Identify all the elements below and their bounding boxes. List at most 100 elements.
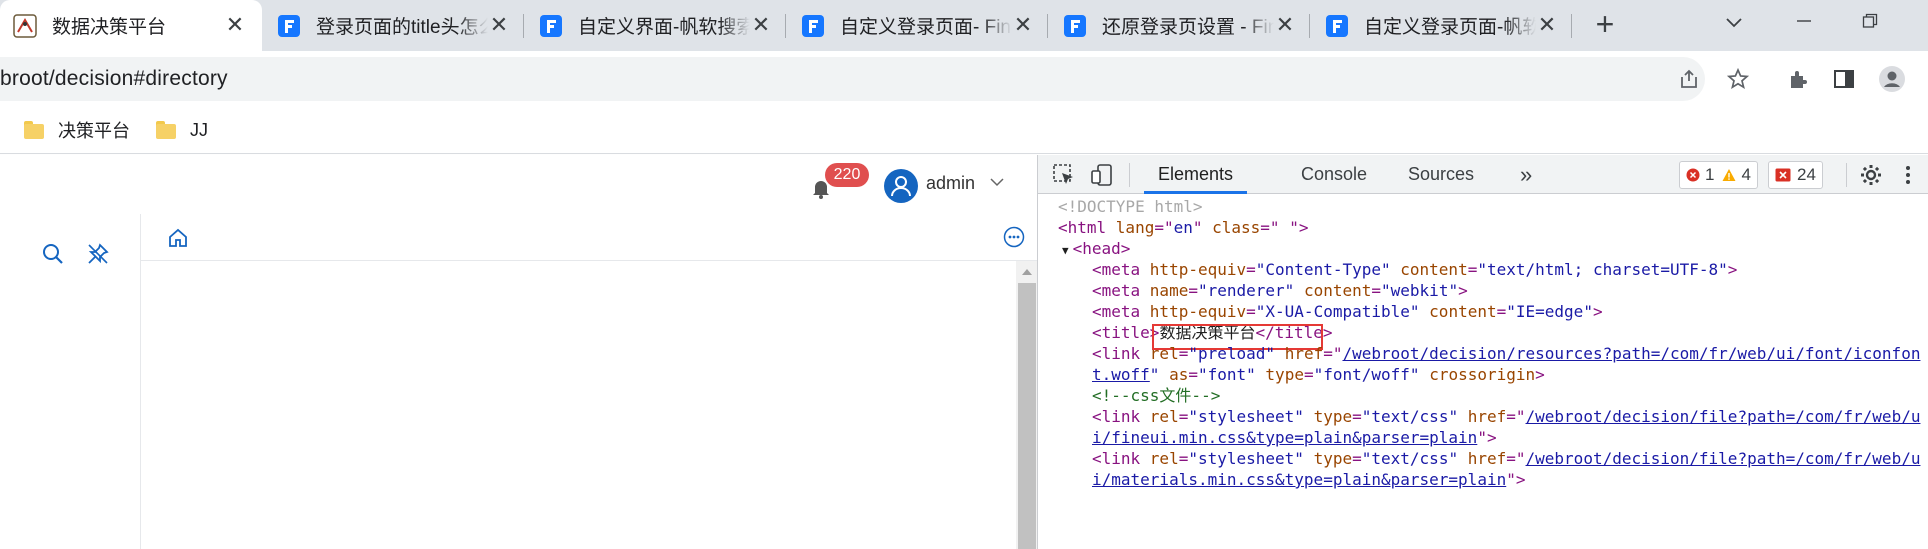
tab-elements[interactable]: Elements (1144, 155, 1248, 194)
tab-title: 数据决策平台 (52, 17, 167, 38)
dom-node-html[interactable]: <html lang="en" class=" "> (1058, 217, 1308, 238)
url-text[interactable]: broot/decision#directory (0, 67, 228, 91)
doctype-text: <!DOCTYPE html> (1058, 197, 1203, 216)
home-icon[interactable] (167, 227, 189, 254)
scrollbar-thumb[interactable] (1018, 283, 1036, 549)
folder-icon (156, 121, 176, 139)
browser-tab[interactable]: 自定义界面-帆软搜索 ✕ (524, 0, 786, 51)
dom-node-head[interactable]: ▼ <head> (1062, 238, 1130, 259)
close-tab-icon[interactable]: ✕ (488, 14, 510, 36)
code-token: href (1467, 449, 1507, 468)
dom-node-meta[interactable]: <meta http-equiv="X-UA-Compatible" conte… (1092, 301, 1603, 322)
chevron-down-icon[interactable] (988, 173, 1006, 191)
bookmark-star-icon[interactable] (1724, 65, 1752, 93)
browser-tab[interactable]: 还原登录页设置 - FineReport ✕ (1048, 0, 1310, 51)
bookmark-folder[interactable]: 决策平台 (24, 116, 130, 144)
dom-node-link[interactable]: <link rel="preload" href="/webroot/decis… (1092, 343, 1920, 364)
close-tab-icon[interactable]: ✕ (750, 14, 772, 36)
code-token: rel (1149, 344, 1179, 363)
toolbar-divider (1846, 163, 1847, 187)
new-tab-button[interactable]: + (1590, 8, 1620, 40)
folder-icon (24, 121, 44, 139)
scroll-up-arrow-icon[interactable] (1022, 269, 1032, 275)
device-toolbar-icon[interactable] (1090, 163, 1114, 192)
code-token: rel (1149, 407, 1179, 426)
code-token: = (1496, 302, 1507, 321)
dom-node-doctype[interactable]: <!DOCTYPE html> (1058, 196, 1203, 217)
code-token: <link (1092, 407, 1150, 426)
more-tabs-icon[interactable]: » (1520, 155, 1532, 194)
inspect-element-icon[interactable] (1052, 163, 1076, 192)
href-link[interactable]: i/fineui.min.css&type=plain&parser=plain (1092, 428, 1477, 447)
fr-logo-icon (1324, 13, 1350, 39)
code-token: "X-UA-Compatible" (1255, 302, 1420, 321)
href-link[interactable]: t.woff (1092, 365, 1150, 384)
devtools-panel: Elements Console Sources » 1 4 24 <!DOCT… (1037, 155, 1928, 549)
error-icon (1686, 168, 1700, 182)
dom-node-link-cont[interactable]: i/materials.min.css&type=plain&parser=pl… (1092, 469, 1525, 490)
more-options-icon[interactable] (1003, 226, 1025, 253)
browser-tab[interactable]: 登录页面的title头怎么 ✕ (262, 0, 524, 51)
code-token: " (1149, 365, 1160, 384)
username-label[interactable]: admin (926, 173, 975, 194)
code-token: = (1188, 365, 1198, 384)
href-link[interactable]: i/materials.min.css&type=plain&parser=pl… (1092, 470, 1506, 489)
dom-node-meta[interactable]: <meta http-equiv="Content-Type" content=… (1092, 259, 1737, 280)
profile-icon[interactable] (1878, 65, 1906, 93)
href-link[interactable]: /webroot/decision/resources?path=/com/fr… (1342, 344, 1920, 363)
user-avatar[interactable] (884, 169, 918, 203)
restore-icon[interactable] (1850, 8, 1890, 38)
code-token: "font" (1197, 365, 1256, 384)
tab-title: 自定义登录页面- FineReport (840, 17, 1012, 38)
address-bar[interactable]: broot/decision#directory (0, 57, 1705, 101)
notification-count-badge: 220 (825, 163, 869, 187)
error-count: 1 (1705, 165, 1715, 184)
comment-text: <!--css文件--> (1092, 386, 1221, 405)
minimize-icon[interactable] (1784, 8, 1824, 38)
dom-node-comment[interactable]: <!--css文件--> (1092, 385, 1220, 406)
share-icon[interactable] (1675, 65, 1703, 93)
bookmark-folder[interactable]: JJ (156, 116, 208, 144)
browser-tab[interactable]: 自定义登录页面- FineReport ✕ (786, 0, 1048, 51)
elements-tree: <!DOCTYPE html> <html lang="en" class=" … (1038, 194, 1928, 549)
search-icon[interactable] (41, 242, 65, 271)
close-tab-icon[interactable]: ✕ (224, 14, 246, 36)
browser-tab[interactable]: 自定义登录页面-帆软 ✕ (1310, 0, 1572, 51)
browser-toolbar: broot/decision#directory (0, 51, 1928, 106)
code-token: "text/css" (1361, 407, 1459, 426)
console-errors-warnings[interactable]: 1 4 (1679, 161, 1758, 189)
tab-sources[interactable]: Sources (1408, 155, 1474, 194)
code-token: =" (1323, 344, 1343, 363)
web-page: 220 admin (0, 155, 1038, 549)
side-panel-icon[interactable] (1830, 65, 1858, 93)
tab-console[interactable]: Console (1301, 155, 1367, 194)
warning-count: 4 (1741, 165, 1751, 184)
dom-node-link[interactable]: <link rel="stylesheet" type="text/css" h… (1092, 406, 1920, 427)
href-link[interactable]: /webroot/decision/file?path=/com/fr/web/… (1526, 407, 1921, 426)
extensions-icon[interactable] (1784, 65, 1812, 93)
dom-node-meta[interactable]: <meta name="renderer" content="webkit"> (1092, 280, 1468, 301)
toolbar-divider (1129, 163, 1130, 187)
vertical-scrollbar[interactable] (1016, 261, 1038, 549)
code-token: > (1535, 365, 1545, 384)
kebab-menu-icon[interactable] (1904, 163, 1912, 192)
unpin-icon[interactable] (86, 242, 110, 271)
close-tab-icon[interactable]: ✕ (1536, 14, 1558, 36)
dom-node-link[interactable]: <link rel="stylesheet" type="text/css" h… (1092, 448, 1920, 469)
browser-tab-strip: 数据决策平台 ✕ 登录页面的title头怎么 ✕ 自定义界面-帆软搜索 ✕ 自定… (0, 0, 1928, 51)
expand-arrow-icon[interactable]: ▼ (1062, 244, 1069, 257)
close-tab-icon[interactable]: ✕ (1274, 14, 1296, 36)
code-token: "> (1289, 218, 1309, 237)
code-token: = (1178, 407, 1189, 426)
tab-search-chevron-icon[interactable] (1714, 8, 1754, 38)
dom-node-link-cont[interactable]: t.woff" as="font" type="font/woff" cross… (1092, 364, 1545, 385)
code-token: type (1265, 365, 1304, 384)
close-tab-icon[interactable]: ✕ (1012, 14, 1034, 36)
settings-gear-icon[interactable] (1859, 163, 1883, 192)
code-token: > (1458, 281, 1468, 300)
issues-counter[interactable]: 24 (1768, 161, 1823, 189)
dom-node-link-cont[interactable]: i/fineui.min.css&type=plain&parser=plain… (1092, 427, 1497, 448)
browser-tab-active[interactable]: 数据决策平台 ✕ (0, 0, 262, 51)
href-link[interactable]: /webroot/decision/file?path=/com/fr/web/… (1526, 449, 1921, 468)
